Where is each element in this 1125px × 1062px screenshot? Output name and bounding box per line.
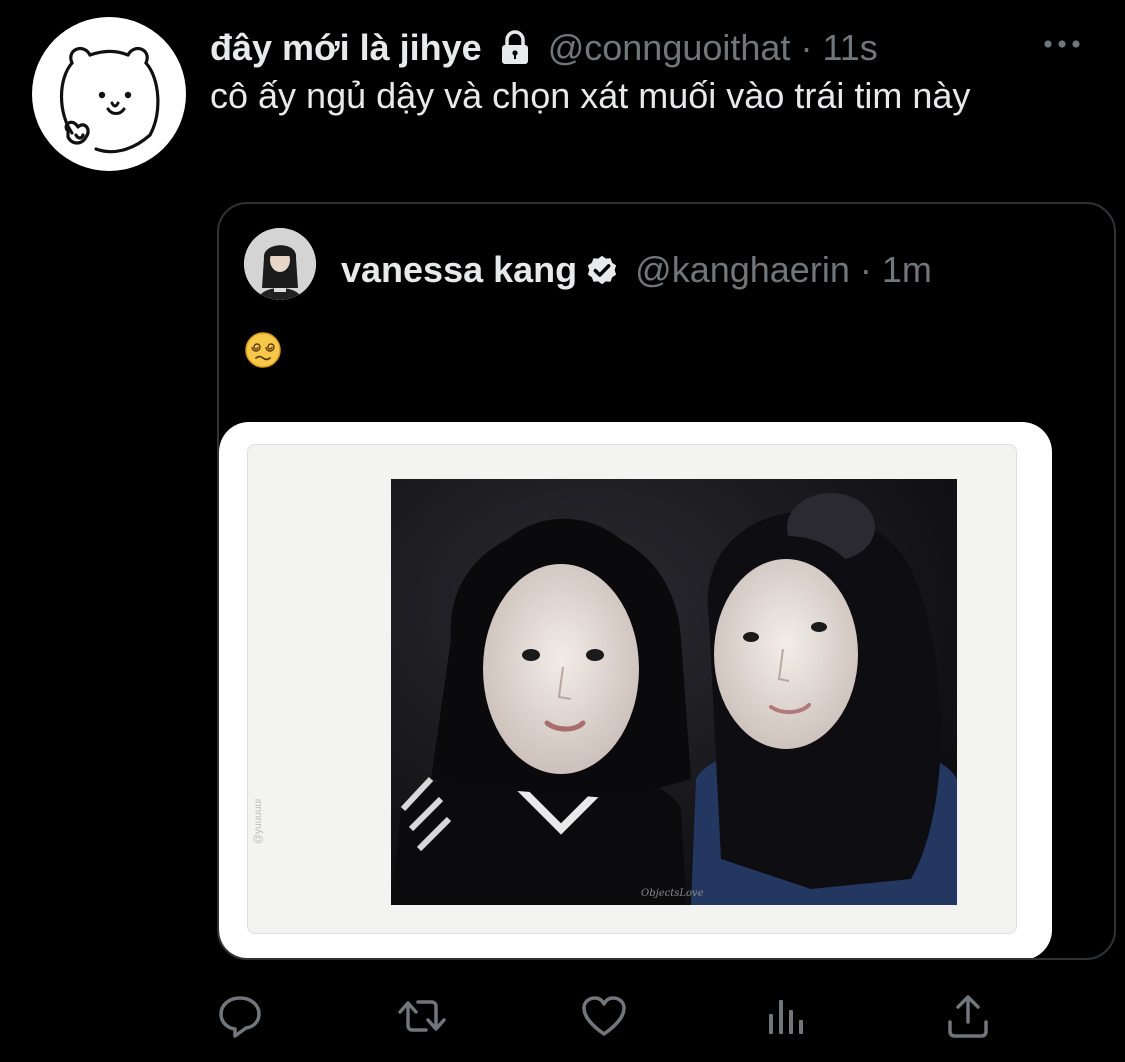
- like-button[interactable]: [576, 988, 632, 1044]
- tweet-timestamp[interactable]: 11s: [822, 27, 877, 69]
- bear-avatar-illustration: [60, 46, 160, 154]
- quoted-tweet-media[interactable]: @yuuuuui ObjectsLove: [219, 422, 1052, 958]
- quoted-display-name[interactable]: vanessa kang: [341, 249, 577, 291]
- tweet-action-bar: [212, 988, 1002, 1044]
- separator-dot: ·: [859, 249, 872, 290]
- quoted-tweet-timestamp[interactable]: 1m: [882, 249, 932, 291]
- tweet-text: cô ấy ngủ dậy và chọn xát muối vào trái …: [210, 75, 971, 116]
- face-with-spiral-eyes-icon: [244, 331, 282, 369]
- more-horizontal-icon[interactable]: [1043, 34, 1081, 54]
- tweet-header: đây mới là jihye @connguoithat · 11s: [210, 24, 878, 72]
- user-avatar[interactable]: [32, 17, 186, 171]
- lock-icon: [496, 29, 534, 67]
- share-button[interactable]: [940, 988, 996, 1044]
- verified-badge-icon: [583, 251, 621, 289]
- side-watermark: @yuuuuui: [253, 798, 264, 844]
- analytics-icon: [762, 992, 810, 1040]
- photo-watermark: ObjectsLove: [641, 888, 704, 899]
- share-icon: [944, 992, 992, 1040]
- photo-image: ObjectsLove: [391, 479, 957, 905]
- retweet-button[interactable]: [394, 988, 450, 1044]
- quoted-user-handle[interactable]: @kanghaerin: [635, 249, 850, 291]
- user-handle[interactable]: @connguoithat: [548, 27, 791, 69]
- separator-dot: ·: [800, 27, 813, 68]
- quoted-user-avatar[interactable]: [244, 228, 316, 300]
- retweet-icon: [396, 992, 448, 1040]
- quoted-tweet-card[interactable]: vanessa kang @kanghaerin · 1m @yuuuuui O…: [217, 202, 1116, 960]
- analytics-button[interactable]: [758, 988, 814, 1044]
- quoted-tweet-header: vanessa kang @kanghaerin · 1m: [341, 244, 932, 296]
- polaroid-frame: @yuuuuui ObjectsLove: [247, 444, 1017, 934]
- display-name[interactable]: đây mới là jihye: [210, 27, 482, 69]
- reply-icon: [216, 992, 264, 1040]
- reply-button[interactable]: [212, 988, 268, 1044]
- heart-icon: [580, 992, 628, 1040]
